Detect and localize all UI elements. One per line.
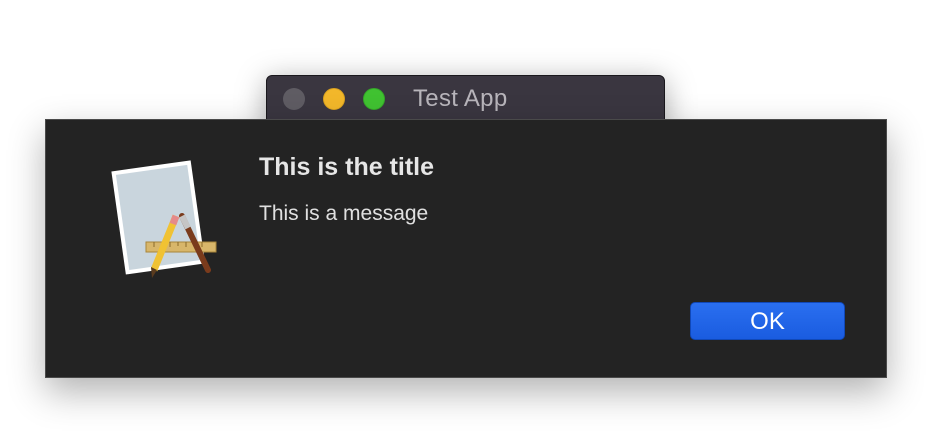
ok-button[interactable]: OK <box>690 302 845 340</box>
close-button[interactable] <box>283 88 305 110</box>
window-titlebar[interactable]: Test App <box>267 76 664 120</box>
window-title: Test App <box>413 85 508 112</box>
app-icon <box>111 160 217 278</box>
alert-dialog: This is the title This is a message OK <box>45 119 887 378</box>
alert-message: This is a message <box>259 202 429 225</box>
alert-title: This is the title <box>259 153 435 181</box>
minimize-button[interactable] <box>323 88 345 110</box>
zoom-button[interactable] <box>363 88 385 110</box>
